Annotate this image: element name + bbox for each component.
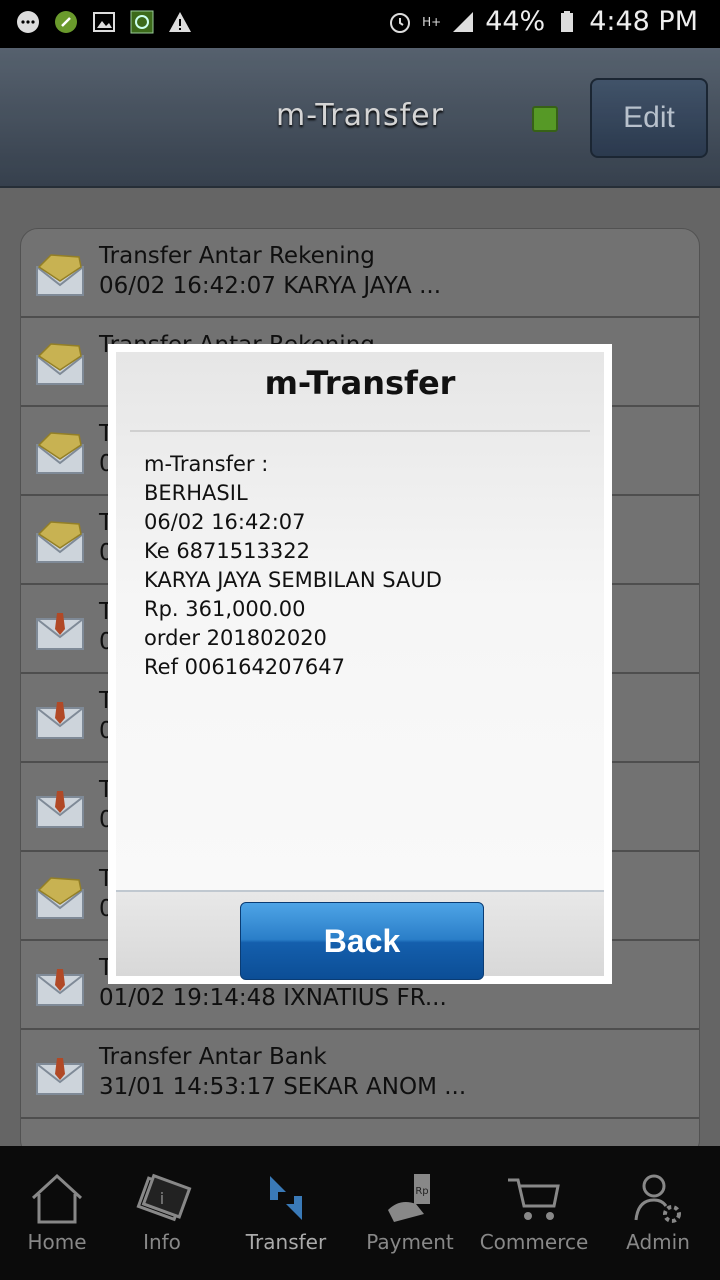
nav-label: Info — [143, 1230, 181, 1254]
nav-label: Admin — [626, 1230, 690, 1254]
status-bar: H+ 44% 4:48 PM — [0, 0, 720, 48]
cart-icon — [504, 1170, 564, 1226]
nav-label: Payment — [366, 1230, 454, 1254]
message-line: order 201802020 — [144, 626, 327, 650]
nav-label: Commerce — [479, 1230, 589, 1254]
nav-item-commerce[interactable]: Commerce — [474, 1166, 594, 1266]
divider — [130, 430, 590, 432]
bottom-nav: Home i Info Transfer Rp Payment Commerce Admin — [0, 1146, 720, 1280]
dialog-title: m-Transfer — [264, 364, 456, 402]
alarm-icon — [388, 10, 412, 34]
back-button[interactable]: Back — [240, 902, 484, 980]
chat-icon — [16, 10, 40, 34]
message-line: BERHASIL — [144, 481, 248, 505]
nav-item-info[interactable]: i Info — [102, 1166, 222, 1266]
battery-icon — [555, 10, 579, 34]
battery-percent: 44% — [485, 6, 546, 37]
svg-text:i: i — [160, 1189, 164, 1208]
message-line: Ref 006164207647 — [144, 655, 345, 679]
message-line: m-Transfer : — [144, 452, 269, 476]
payment-icon: Rp — [380, 1170, 440, 1226]
app-icon — [130, 10, 154, 34]
message-line: KARYA JAYA SEMBILAN SAUD — [144, 568, 442, 592]
result-dialog: m-Transfer m-Transfer : BERHASIL 06/02 1… — [108, 344, 612, 984]
vpn-icon — [54, 10, 78, 34]
nav-label: Transfer — [245, 1230, 327, 1254]
nav-label: Home — [27, 1230, 87, 1254]
message-line: 06/02 16:42:07 — [144, 510, 306, 534]
nav-item-payment[interactable]: Rp Payment — [350, 1166, 470, 1266]
signal-icon — [451, 10, 475, 34]
dialog-footer: Back — [116, 892, 604, 980]
image-icon — [92, 10, 116, 34]
network-type: H+ — [422, 14, 442, 29]
nav-item-transfer[interactable]: Transfer — [226, 1166, 346, 1266]
message-line: Rp. 361,000.00 — [144, 597, 306, 621]
info-icon: i — [132, 1170, 192, 1226]
warning-icon — [168, 10, 192, 34]
dialog-panel: m-Transfer m-Transfer : BERHASIL 06/02 1… — [116, 352, 604, 980]
nav-item-admin[interactable]: Admin — [598, 1166, 718, 1266]
home-icon — [27, 1170, 87, 1226]
clock: 4:48 PM — [589, 6, 698, 37]
message-line: Ke 6871513322 — [144, 539, 310, 563]
dialog-message: m-Transfer : BERHASIL 06/02 16:42:07 Ke … — [144, 450, 442, 682]
transfer-icon — [256, 1170, 316, 1226]
nav-item-home[interactable]: Home — [0, 1166, 117, 1266]
svg-text:Rp: Rp — [415, 1186, 428, 1197]
admin-icon — [628, 1170, 688, 1226]
